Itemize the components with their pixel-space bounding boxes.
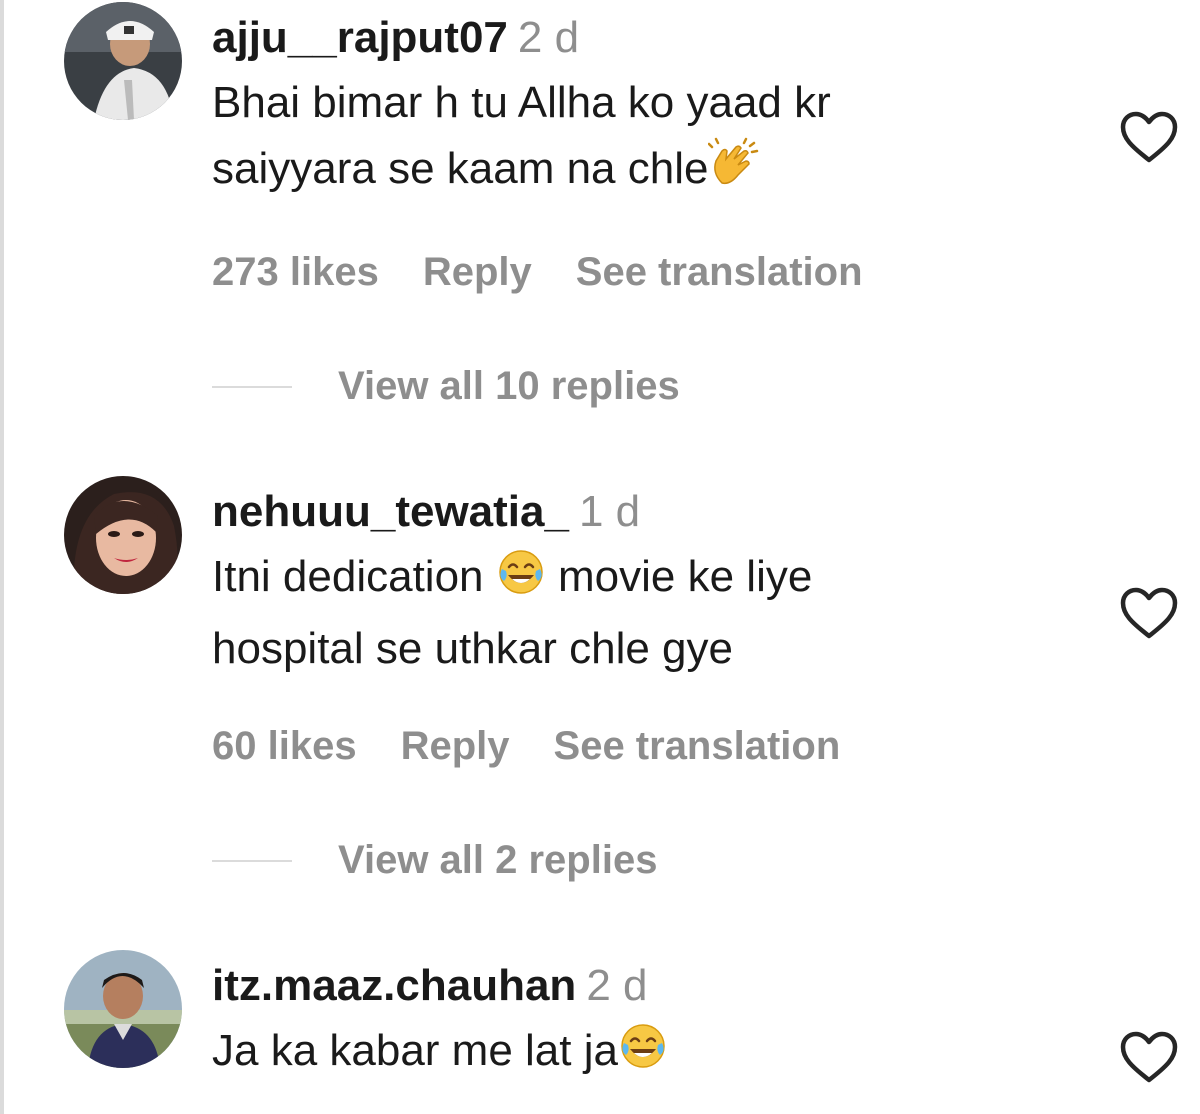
comment-text: Ja ka kabar me lat ja	[212, 1018, 1072, 1090]
comment-header: ajju__rajput07 2 d	[212, 12, 1072, 64]
avatar-photo-icon	[64, 476, 182, 594]
comment-header: itz.maaz.chauhan 2 d	[212, 960, 1072, 1012]
avatar[interactable]	[64, 950, 182, 1068]
comment-body: nehuuu_tewatia_ 1 d Itni dedication movie…	[212, 486, 1072, 770]
comment-text-line: hospital se uthkar chle gye	[212, 624, 733, 673]
comment-text-fragment: saiyyara se kaam na chle	[212, 144, 709, 193]
face-with-tears-of-joy-emoji-icon	[618, 1021, 668, 1090]
clapping-hands-emoji-icon	[708, 137, 760, 208]
comment-text: Bhai bimar h tu Allha ko yaad kr saiyyar…	[212, 70, 1072, 208]
comment-text-fragment: Itni dedication	[212, 552, 484, 601]
avatar[interactable]	[64, 476, 182, 594]
see-translation-button[interactable]: See translation	[576, 250, 863, 294]
comment-text-line: Itni dedication movie ke liye	[212, 544, 1072, 616]
avatar-photo-icon	[64, 950, 182, 1068]
comment-text-fragment: movie ke liye	[558, 552, 813, 601]
comment-actions: 60 likes Reply See translation	[212, 722, 1072, 770]
timestamp: 1 d	[578, 487, 641, 536]
comment-text-fragment: Ja ka kabar me lat ja	[212, 1026, 618, 1075]
heart-outline-icon[interactable]	[1119, 586, 1179, 640]
comments-panel: ajju__rajput07 2 d Bhai bimar h tu Allha …	[0, 0, 1200, 1114]
replies-divider	[212, 860, 292, 862]
comment-text-line: saiyyara se kaam na chle	[212, 136, 1072, 208]
heart-outline-icon[interactable]	[1119, 110, 1179, 164]
reply-button[interactable]: Reply	[401, 724, 510, 768]
likes-count[interactable]: 60 likes	[212, 724, 357, 768]
likes-count[interactable]: 273 likes	[212, 250, 379, 294]
comment-text-line: Ja ka kabar me lat ja	[212, 1018, 1072, 1090]
avatar[interactable]	[64, 2, 182, 120]
timestamp: 2 d	[517, 13, 580, 62]
username[interactable]: nehuuu_tewatia_	[212, 487, 569, 536]
view-replies-button[interactable]: View all 2 replies	[338, 836, 657, 884]
replies-divider	[212, 386, 292, 388]
avatar-photo-icon	[64, 2, 182, 120]
heart-outline-icon[interactable]	[1119, 1030, 1179, 1084]
face-with-tears-of-joy-emoji-icon	[496, 547, 546, 616]
comment-text-line: Bhai bimar h tu Allha ko yaad kr	[212, 78, 831, 127]
comment-body: itz.maaz.chauhan 2 d Ja ka kabar me lat j…	[212, 960, 1072, 1090]
comment-header: nehuuu_tewatia_ 1 d	[212, 486, 1072, 538]
username[interactable]: ajju__rajput07	[212, 13, 508, 62]
timestamp: 2 d	[586, 961, 648, 1010]
reply-button[interactable]: Reply	[423, 250, 532, 294]
comment-body: ajju__rajput07 2 d Bhai bimar h tu Allha …	[212, 12, 1072, 296]
see-translation-button[interactable]: See translation	[554, 724, 841, 768]
username[interactable]: itz.maaz.chauhan	[212, 961, 576, 1010]
comment-actions: 273 likes Reply See translation	[212, 248, 1072, 296]
comment-text: Itni dedication movie ke liye hospital s…	[212, 544, 1072, 682]
view-replies-button[interactable]: View all 10 replies	[338, 362, 680, 410]
